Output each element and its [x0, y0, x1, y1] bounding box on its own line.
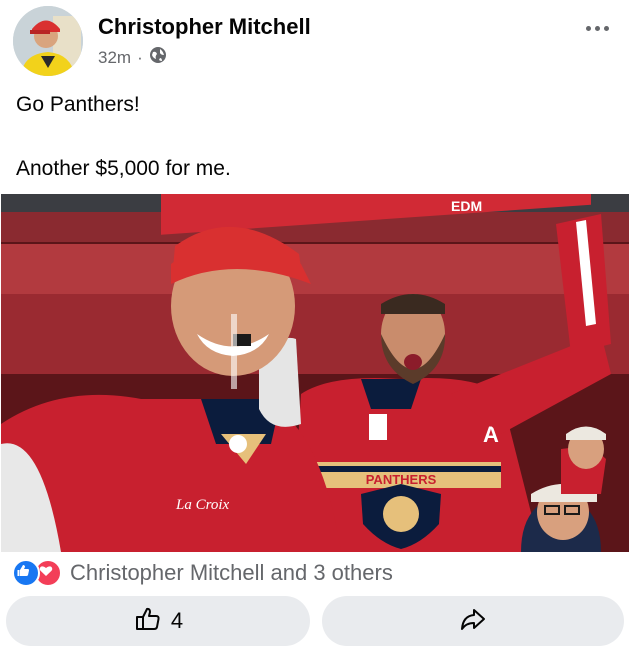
post-header: Christopher Mitchell 32m ·: [0, 0, 630, 80]
share-button[interactable]: [322, 596, 624, 646]
post-text-line1: Go Panthers!: [16, 93, 140, 116]
post-text-line2: Another $5,000 for me.: [16, 157, 231, 180]
author-name[interactable]: Christopher Mitchell: [98, 14, 311, 40]
like-count: 4: [170, 608, 184, 633]
post-time[interactable]: 32m: [98, 48, 131, 68]
like-icon: [12, 559, 40, 587]
sponsor-patch: La Croix: [175, 497, 230, 513]
post-photo[interactable]: EDM PANTHERS A La Croix: [1, 194, 629, 552]
more-options-icon[interactable]: [584, 18, 616, 34]
like-button[interactable]: 4: [6, 596, 310, 646]
author-avatar[interactable]: [13, 6, 83, 76]
meta-separator: ·: [137, 47, 143, 67]
thumbs-up-icon: [133, 604, 163, 639]
reaction-summary[interactable]: Christopher Mitchell and 3 others: [12, 559, 393, 587]
post-meta: 32m ·: [98, 46, 167, 69]
reaction-text[interactable]: Christopher Mitchell and 3 others: [70, 560, 393, 586]
globe-icon[interactable]: [149, 46, 167, 69]
share-arrow-icon: [458, 604, 488, 639]
arena-sign-text: EDM: [451, 198, 482, 214]
